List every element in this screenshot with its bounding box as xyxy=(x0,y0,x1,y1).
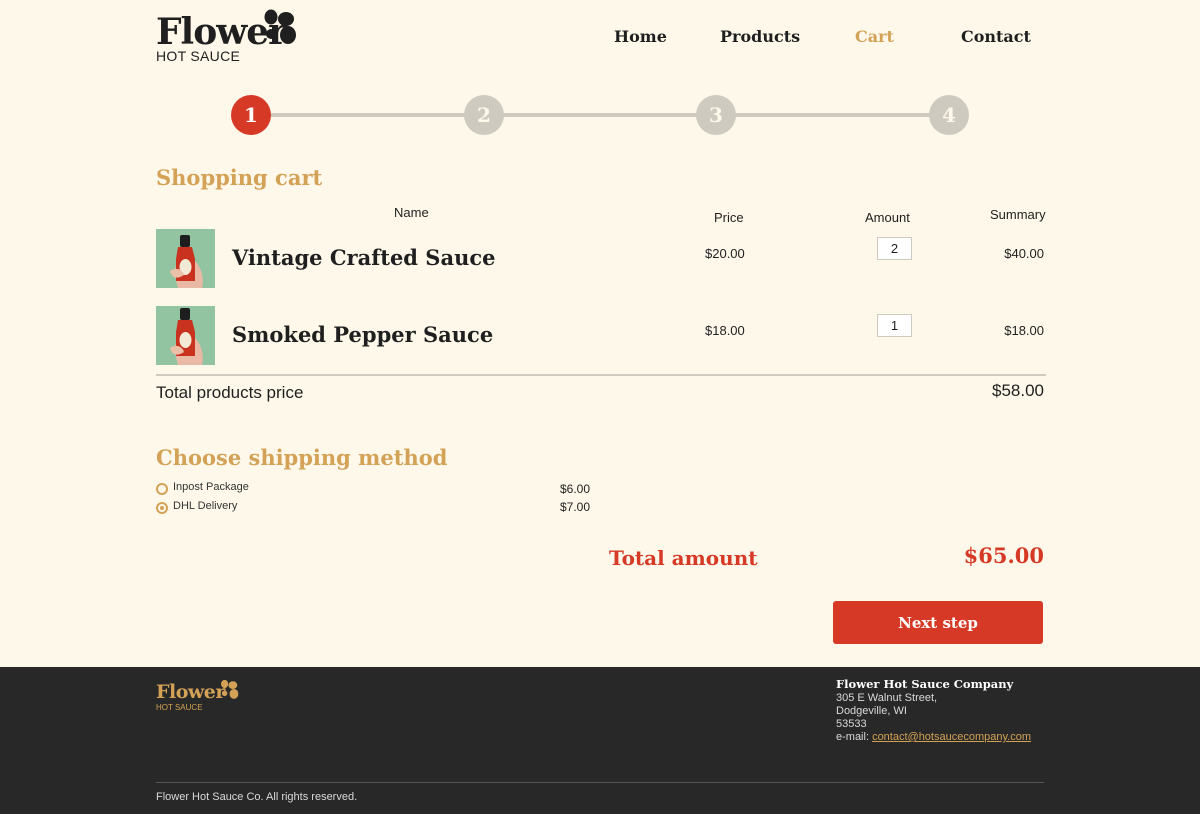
products-total-label: Total products price xyxy=(156,383,304,402)
cart-divider xyxy=(156,374,1046,376)
footer-divider xyxy=(156,782,1044,783)
product-price: $18.00 xyxy=(705,323,745,338)
nav-cart[interactable]: Cart xyxy=(855,27,894,46)
product-summary: $18.00 xyxy=(1004,323,1044,338)
product-name[interactable]: Vintage Crafted Sauce xyxy=(232,245,496,270)
cart-title: Shopping cart xyxy=(156,165,323,190)
shipping-option-inpost[interactable]: Inpost Package $6.00 xyxy=(156,481,596,499)
footer-logo[interactable]: Flower HOT SAUCE xyxy=(156,679,246,715)
cart-row: Vintage Crafted Sauce $20.00 2 $40.00 xyxy=(156,229,1046,289)
stepper-track xyxy=(251,113,949,117)
col-summary: Summary xyxy=(990,207,1046,222)
col-price: Price xyxy=(714,210,744,225)
flower-petals-icon xyxy=(221,679,239,699)
product-image[interactable] xyxy=(156,306,215,365)
footer-copyright: Flower Hot Sauce Co. All rights reserved… xyxy=(156,791,358,803)
radio-button-selected[interactable] xyxy=(156,502,168,514)
shipping-option-label: Inpost Package xyxy=(173,481,249,493)
next-step-button[interactable]: Next step xyxy=(833,601,1043,644)
nav-products[interactable]: Products xyxy=(720,27,800,46)
shipping-option-price: $6.00 xyxy=(560,482,591,496)
products-total-value: $58.00 xyxy=(992,381,1044,400)
brand-subtitle: HOT SAUCE xyxy=(156,48,241,64)
checkout-stepper: 1 2 3 4 xyxy=(0,94,1200,138)
radio-button[interactable] xyxy=(156,483,168,495)
shipping-option-dhl[interactable]: DHL Delivery $7.00 xyxy=(156,500,596,518)
footer-email-link[interactable]: contact@hotsaucecompany.com xyxy=(872,731,1031,743)
footer-email-prefix: e-mail: xyxy=(836,731,873,743)
step-1[interactable]: 1 xyxy=(231,95,271,135)
col-amount: Amount xyxy=(865,210,910,225)
nav-home[interactable]: Home xyxy=(614,27,667,46)
footer-brand-subtitle: HOT SAUCE xyxy=(156,703,203,712)
step-3[interactable]: 3 xyxy=(696,95,736,135)
footer-brand-name: Flower xyxy=(156,681,225,703)
shipping-option-price: $7.00 xyxy=(560,500,591,514)
footer-company-name: Flower Hot Sauce Company xyxy=(836,677,1014,691)
step-2[interactable]: 2 xyxy=(464,95,504,135)
product-image[interactable] xyxy=(156,229,215,288)
footer-address-line: 305 E Walnut Street, xyxy=(836,692,938,704)
footer-address-line: 53533 xyxy=(836,718,867,730)
step-4[interactable]: 4 xyxy=(929,95,969,135)
product-name[interactable]: Smoked Pepper Sauce xyxy=(232,322,493,347)
footer-email: e-mail: contact@hotsaucecompany.com xyxy=(836,731,1031,743)
shipping-title: Choose shipping method xyxy=(156,445,448,470)
main-nav: Home Products Cart Contact xyxy=(0,27,1200,49)
col-name: Name xyxy=(394,205,429,220)
quantity-input[interactable]: 2 xyxy=(877,237,912,260)
total-amount-value: $65.00 xyxy=(963,543,1044,568)
nav-contact[interactable]: Contact xyxy=(961,27,1031,46)
quantity-input[interactable]: 1 xyxy=(877,314,912,337)
product-price: $20.00 xyxy=(705,246,745,261)
cart-row: Smoked Pepper Sauce $18.00 1 $18.00 xyxy=(156,306,1046,366)
footer-address-line: Dodgeville, WI xyxy=(836,705,907,717)
total-amount-label: Total amount xyxy=(609,546,758,570)
product-summary: $40.00 xyxy=(1004,246,1044,261)
footer: Flower HOT SAUCE Flower Hot Sauce Compan… xyxy=(0,667,1200,814)
shipping-option-label: DHL Delivery xyxy=(173,500,238,512)
